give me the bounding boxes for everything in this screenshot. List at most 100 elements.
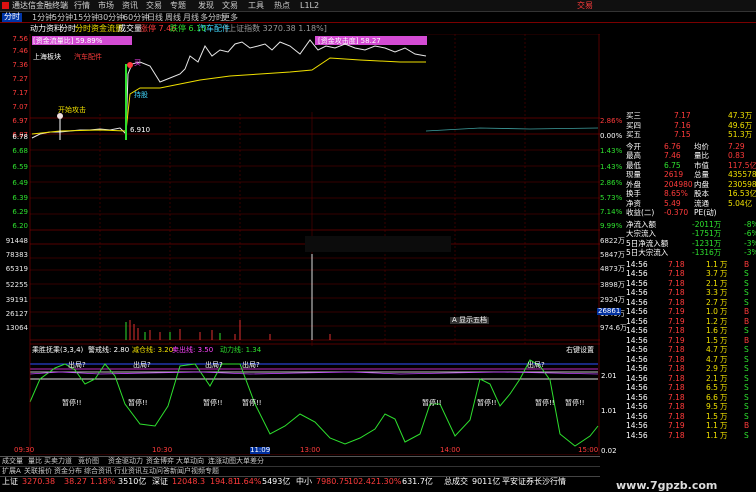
tab-fund-drive[interactable]: 资金驱动力 xyxy=(108,458,143,465)
period-tab-week[interactable]: 周线 xyxy=(165,14,181,22)
period-tab-60m[interactable]: 60分钟 xyxy=(123,14,149,22)
period-tab-5m[interactable]: 5分钟 xyxy=(52,14,73,22)
tab-related-quote[interactable]: 关联报价 xyxy=(24,468,52,475)
tick-time: 14:56 xyxy=(626,392,648,402)
tab-industry-news[interactable]: 行业资讯 xyxy=(114,468,142,475)
tick-price: 7.18 xyxy=(668,392,685,402)
volume-axis-label-right: 2924万 xyxy=(600,296,625,304)
menu-l1l2[interactable]: L1L2 xyxy=(300,2,319,10)
indicator-warn: 警戒线: 2.80 xyxy=(88,346,130,354)
tab-extend[interactable]: 扩展A xyxy=(2,468,21,475)
tick-time: 14:56 xyxy=(626,316,648,326)
info-intraday: 分时 xyxy=(60,24,76,33)
tab-fund-game[interactable]: 资金博弈 xyxy=(146,458,174,465)
right-click-settings[interactable]: 右键设置 xyxy=(566,347,594,354)
sh-index-value: 3270.38 xyxy=(22,477,56,486)
stat-value: 0.83 xyxy=(728,151,745,160)
menu-trade[interactable]: 交易 xyxy=(146,2,162,10)
stat-value: 6.76 xyxy=(664,141,681,151)
menu-market[interactable]: 市场 xyxy=(98,2,114,10)
period-tab-month[interactable]: 月线 xyxy=(183,14,199,22)
menu-hot[interactable]: 热点 xyxy=(274,2,290,10)
show-five-levels-button[interactable]: A 显示五档 xyxy=(450,317,490,324)
tab-rise-chart[interactable]: 连涨动图 xyxy=(208,458,236,465)
tab-composite-news[interactable]: 综合资讯 xyxy=(84,468,112,475)
stat-value: -0.370 xyxy=(664,208,689,217)
order-book-row: 买三 7.17 47.3万 xyxy=(624,112,756,121)
tick-volume: 2.1 xyxy=(706,278,718,288)
period-tab-30m[interactable]: 30分钟 xyxy=(98,14,124,22)
volume-axis-label: 91448 xyxy=(5,237,28,245)
price-axis-label: 7.36 xyxy=(12,61,28,69)
pause-signal: 暂停!! xyxy=(62,399,82,407)
menu-topics[interactable]: 专题 xyxy=(170,2,186,10)
period-tab-1m[interactable]: 1分钟 xyxy=(32,14,53,22)
indicator-tabs: 成交量 量比 买卖力道 竞价图 资金驱动力 资金博弈 大单动向 连涨动图 大单差… xyxy=(0,456,600,466)
exit-signal: 出局? xyxy=(68,361,86,369)
tick-unit: 万 xyxy=(720,335,728,345)
tab-qa[interactable]: 互动问答 xyxy=(142,468,170,475)
time-label: 09:30 xyxy=(14,446,35,454)
pct-axis-label: 5.73% xyxy=(600,194,623,202)
menu-discover[interactable]: 发现 xyxy=(198,2,214,10)
info-dynamic[interactable]: 动力资料 xyxy=(30,25,62,33)
price-axis-label: 7.27 xyxy=(12,75,28,83)
tick-time: 14:56 xyxy=(626,288,648,297)
tick-volume: 4.7 xyxy=(706,354,718,364)
tab-buy-sell-power[interactable]: 买卖力道 xyxy=(44,458,72,465)
tick-price: 7.18 xyxy=(668,411,685,421)
flow-pct: -8% xyxy=(744,219,756,229)
tick-row: 14:56 7.18 1.1 万 S xyxy=(624,431,756,441)
sz-index-change: 194.81 xyxy=(210,477,238,486)
menu-news[interactable]: 资讯 xyxy=(122,2,138,10)
tick-volume: 1.1 xyxy=(706,421,718,430)
stat-value: 5.04亿 xyxy=(728,198,753,208)
tick-row: 14:56 7.18 6.5 万 S xyxy=(624,384,756,393)
volume-axis-label: 65319 xyxy=(5,265,28,273)
stat-key: 现量 xyxy=(626,170,641,179)
price-marker-label: 6.910 xyxy=(130,126,151,134)
flow-pct: -3% xyxy=(744,238,756,248)
tab-volume[interactable]: 成交量 xyxy=(2,458,23,465)
tick-price: 7.18 xyxy=(668,345,685,354)
total-turnover-label: 总成交 xyxy=(444,477,468,486)
order-book-row: 买五 7.15 51.3万 xyxy=(624,131,756,140)
tick-time: 14:56 xyxy=(626,421,648,430)
menu-quotes[interactable]: 行情 xyxy=(74,2,90,10)
exit-signal: 出局? xyxy=(205,361,223,369)
tick-unit: 万 xyxy=(720,316,728,326)
tick-price: 7.19 xyxy=(668,307,685,316)
stat-key: PE(动) xyxy=(694,208,717,217)
tick-row: 14:56 7.19 1.1 万 B xyxy=(624,422,756,431)
indicator-axis-label: 0.02 xyxy=(601,447,617,455)
tick-row: 14:56 7.18 2.9 万 S xyxy=(624,365,756,374)
tab-fund-dist[interactable]: 资金分布 xyxy=(54,468,82,475)
menu-tools[interactable]: 工具 xyxy=(248,2,264,10)
tab-news-video[interactable]: 新闻户视频专题 xyxy=(170,468,219,475)
tick-volume: 1.2 xyxy=(706,316,718,326)
volume-axis-label-right: 3898万 xyxy=(600,281,625,289)
period-tab-multi[interactable]: 多分时 xyxy=(200,14,224,22)
menu-wenyi[interactable]: 文易 xyxy=(222,2,238,10)
stat-key: 量比 xyxy=(694,151,709,160)
period-tab-15m[interactable]: 15分钟 xyxy=(73,14,99,22)
tab-large-diff[interactable]: 大单差分 xyxy=(236,458,264,465)
indicator-title: 乘胜抚乘(3,3,4) xyxy=(32,346,84,354)
order-volume: 51.3万 xyxy=(728,130,753,139)
trade-link[interactable]: 交易 xyxy=(577,2,593,10)
tick-side: B xyxy=(744,335,750,345)
tab-large-order[interactable]: 大单动向 xyxy=(176,458,204,465)
zx-index-change: 102.42 xyxy=(348,477,376,486)
tick-row: 14:56 7.19 1.0 万 B xyxy=(624,308,756,317)
tab-auction[interactable]: 竞价图 xyxy=(78,458,99,465)
zx-index-value: 7980.75 xyxy=(316,477,350,486)
period-tab-day[interactable]: 日线 xyxy=(147,14,163,22)
time-label: 15:00 xyxy=(578,446,599,454)
period-tab-intraday[interactable]: 分时 xyxy=(2,13,22,22)
stat-value: 5.49 xyxy=(664,198,681,208)
stat-key: 总量 xyxy=(694,170,709,179)
tab-volume-ratio[interactable]: 量比 xyxy=(28,458,42,465)
tick-volume: 1.6 xyxy=(706,326,718,335)
main-chart xyxy=(29,34,600,455)
period-tab-more[interactable]: 更多 xyxy=(222,14,238,22)
